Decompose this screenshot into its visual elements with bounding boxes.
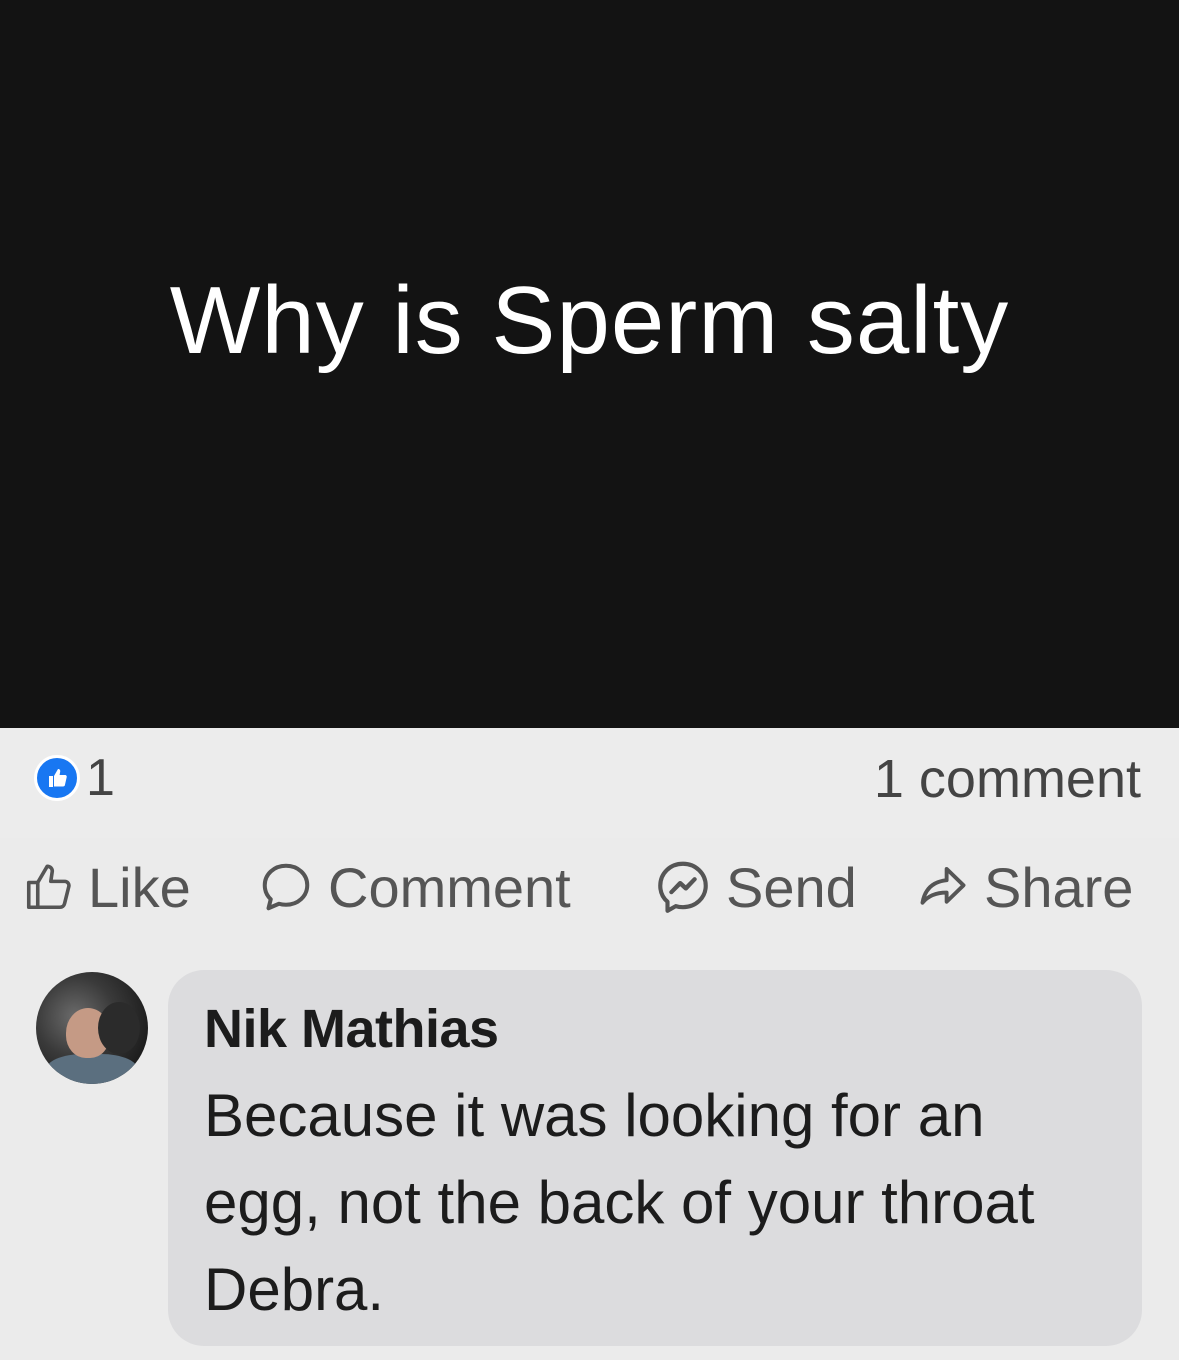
action-bar: Like Comment Send Share [0, 838, 1179, 938]
comment-button[interactable]: Comment [256, 852, 571, 922]
thumbs-up-icon [22, 860, 76, 914]
avatar[interactable] [36, 972, 148, 1084]
like-button[interactable]: Like [22, 852, 191, 922]
comment-text: Because it was looking for an egg, not t… [204, 1082, 1035, 1323]
send-button[interactable]: Send [652, 852, 857, 922]
messenger-icon [652, 856, 714, 918]
send-label: Send [726, 855, 857, 919]
comment-bubble[interactable]: Nik Mathias Because it was looking for a… [168, 970, 1142, 1346]
like-count-number: 1 [86, 749, 115, 807]
like-count[interactable]: 1 [34, 749, 115, 807]
comment-author[interactable]: Nik Mathias [204, 996, 1106, 1062]
share-icon [914, 858, 972, 916]
share-label: Share [984, 855, 1134, 919]
like-reaction-icon [34, 755, 80, 801]
reactions-bar: 1 1 comment [0, 728, 1179, 838]
comment: Nik Mathias Because it was looking for a… [0, 940, 1179, 1360]
post-image[interactable]: Why is Sperm salty [0, 0, 1179, 728]
post-image-text: Why is Sperm salty [169, 267, 1010, 374]
like-label: Like [88, 855, 191, 919]
share-button[interactable]: Share [914, 852, 1133, 922]
comment-icon [256, 857, 316, 917]
comment-label: Comment [328, 855, 571, 919]
comment-count[interactable]: 1 comment [874, 748, 1141, 810]
